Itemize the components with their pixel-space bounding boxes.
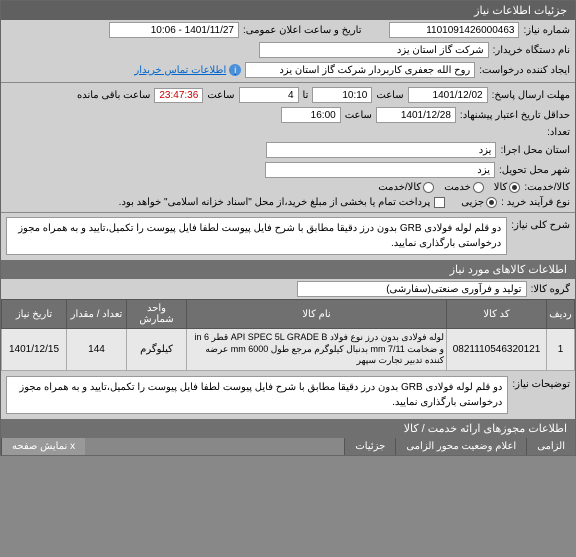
radio-partial[interactable]: جزیی (461, 197, 497, 208)
cell-date: 1401/12/15 (2, 329, 67, 371)
cell-unit: کیلوگرم (127, 329, 187, 371)
svc-tab-mandatory[interactable]: الزامی (526, 438, 575, 455)
label-requester: ایجاد کننده درخواست: (479, 65, 570, 76)
label-explanations: توضیحات نیاز: (512, 376, 570, 390)
label-delivery-city: شهر محل تحویل: (499, 165, 570, 176)
th-row: ردیف (547, 300, 575, 329)
value-goods-group: تولید و فرآوری صنعتی(سفارشی) (297, 281, 527, 297)
label-goods-service: کالا/خدمت: (524, 182, 570, 193)
svc-tab-status[interactable]: اعلام وضعیت محور الزامی (395, 438, 526, 455)
cell-n: 1 (547, 329, 575, 371)
value-min-credit-time: 16:00 (281, 107, 341, 123)
label-min-credit: حداقل تاریخ اعتبار پیشنهاد: (460, 110, 570, 121)
section-service-permits: اطلاعات مجوزهای ارائه خدمت / کالا (1, 419, 575, 438)
value-need-no: 1101091426000463 (389, 22, 519, 38)
radio-goods[interactable]: کالا (494, 182, 521, 193)
label-time2: ساعت (207, 90, 234, 101)
label-buyer: نام دستگاه خریدار: (493, 45, 570, 56)
label-goods-group: گروه کالا: (531, 284, 570, 295)
label-exec-province: استان محل اجرا: (500, 145, 570, 156)
cell-code: 0821110546320121 (447, 329, 547, 371)
label-deadline: مهلت ارسال پاسخ: (492, 90, 570, 101)
contact-link[interactable]: i اطلاعات تماس خریدار (134, 64, 241, 76)
value-delivery-city: یزد (265, 162, 495, 178)
value-min-credit-date: 1401/12/28 (376, 107, 456, 123)
value-requester: روح الله جعفری کاربردار شرکت گاز استان ی… (245, 62, 475, 78)
service-tabs: الزامی اعلام وضعیت محور الزامی جزئیات x … (1, 438, 575, 455)
contact-label: اطلاعات تماس خریدار (134, 65, 226, 76)
radio-service[interactable]: خدمت (444, 182, 484, 193)
panel-title: جزئیات اطلاعات نیاز (1, 1, 575, 20)
label-pay-note: پرداخت تمام یا بخشی از مبلغ خرید،از محل … (119, 197, 431, 208)
th-name: نام کالا (187, 300, 447, 329)
section-goods-info: اطلاعات کالاهای مورد نیاز (1, 260, 575, 279)
table-row[interactable]: 1 0821110546320121 لوله فولادی بدون درز … (2, 329, 575, 371)
value-announce: 1401/11/27 - 10:06 (109, 22, 239, 38)
value-buyer: شرکت گاز استان یزد (259, 42, 489, 58)
cell-name: لوله فولادی بدون درز نوع فولاد API SPEC … (187, 329, 447, 371)
svc-page-hint: x نمایش صفحه (1, 438, 85, 455)
radio-group-gs: کالا خدمت کالا/خدمت (378, 182, 520, 193)
label-time1: ساعت (376, 90, 403, 101)
countdown: 23:47:36 (154, 88, 203, 103)
radio-both[interactable]: کالا/خدمت (378, 182, 434, 193)
svc-tab-details[interactable]: جزئیات (344, 438, 395, 455)
cell-qty: 144 (67, 329, 127, 371)
value-need-title: دو قلم لوله فولادی GRB بدون درز دقیقا مط… (6, 217, 507, 255)
label-until: تا (303, 90, 309, 101)
value-until: 4 (239, 87, 299, 103)
checkbox-treasury[interactable] (434, 197, 445, 208)
table-header-row: ردیف کد کالا نام کالا واحد شمارش تعداد /… (2, 300, 575, 329)
goods-table: ردیف کد کالا نام کالا واحد شمارش تعداد /… (1, 299, 575, 371)
th-qty: تعداد / مقدار (67, 300, 127, 329)
label-need-no: شماره نیاز: (523, 25, 570, 36)
value-explanations: دو قلم لوله فولادی GRB بدون درز دقیقا مط… (6, 376, 508, 414)
label-price: تعداد: (547, 127, 570, 138)
value-deadline-date: 1401/12/02 (408, 87, 488, 103)
label-need-title: شرح کلی نیاز: (511, 217, 570, 231)
value-deadline-time: 10:10 (312, 87, 372, 103)
info-icon: i (229, 64, 241, 76)
th-code: کد کالا (447, 300, 547, 329)
label-buy-type: نوع فرآیند خرید : (501, 197, 570, 208)
label-announce: تاریخ و ساعت اعلان عمومی: (243, 25, 362, 36)
label-time3: ساعت (345, 110, 372, 121)
th-unit: واحد شمارش (127, 300, 187, 329)
label-remaining: ساعت باقی مانده (77, 90, 150, 101)
th-date: تاریخ نیاز (2, 300, 67, 329)
value-exec-province: یزد (266, 142, 496, 158)
